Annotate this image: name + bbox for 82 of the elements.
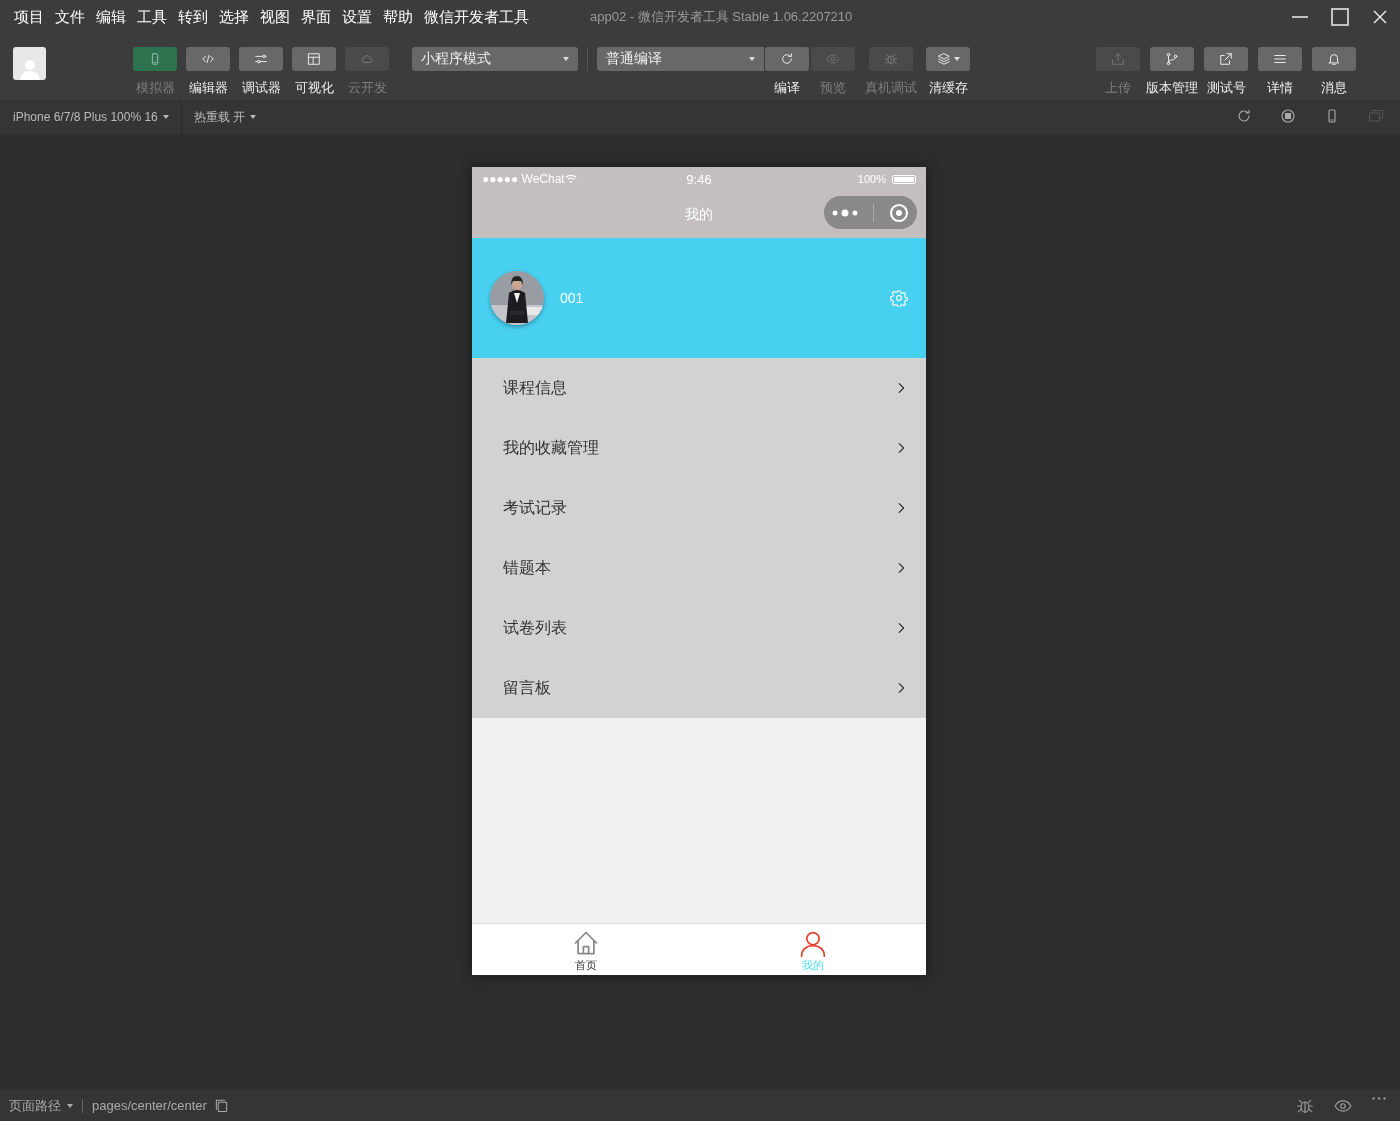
device-dropdown[interactable]: iPhone 6/7/8 Plus 100% 16 [13, 110, 169, 124]
toolbar-label: 模拟器 [135, 79, 175, 97]
carrier-label: ●●●●● WeChat [482, 172, 565, 186]
refresh-icon [780, 52, 794, 66]
toolbar-label: 清缓存 [928, 79, 968, 97]
page-path-dropdown[interactable]: 页面路径 [9, 1096, 73, 1115]
settings-icon [890, 289, 908, 307]
upload-icon [1111, 52, 1125, 66]
toolbar-label: 编辑器 [188, 79, 228, 97]
menu-item[interactable]: 工具 [137, 7, 167, 27]
page-title: 我的 [685, 205, 713, 224]
more-icon [831, 208, 858, 217]
minimize-icon [1292, 16, 1308, 18]
tab-bar-item[interactable]: 首页 [472, 924, 699, 975]
cloud-icon [360, 52, 374, 66]
stop-icon [1280, 107, 1296, 124]
target-icon [889, 202, 910, 223]
toolbar-button[interactable] [926, 47, 970, 71]
menu-icon [1273, 52, 1287, 66]
external-link-icon [1219, 52, 1233, 66]
menu-row[interactable]: 试卷列表 [472, 598, 926, 658]
menu-row[interactable]: 考试记录 [472, 478, 926, 538]
user-name: 001 [560, 290, 585, 306]
more-icon [1372, 1096, 1386, 1100]
battery-icon [892, 174, 916, 184]
menu-row[interactable]: 错题本 [472, 538, 926, 598]
toolbar-label: 消息 [1321, 79, 1347, 97]
toolbar-button[interactable] [1312, 47, 1356, 71]
toolbar-button[interactable] [1204, 47, 1248, 71]
menu-row[interactable]: 留言板 [472, 658, 926, 718]
menu-item[interactable]: 转到 [178, 7, 208, 27]
maximize-icon [1331, 8, 1349, 26]
toolbar-label: 预览 [820, 79, 846, 97]
toolbar-label: 调试器 [241, 79, 281, 97]
clock: 9:46 [686, 171, 712, 187]
refresh-icon [1236, 107, 1252, 124]
menu-row[interactable]: 我的收藏管理 [472, 418, 926, 478]
menu-row[interactable]: 课程信息 [472, 358, 926, 418]
code-icon [201, 52, 215, 66]
toolbar-button[interactable] [765, 47, 809, 71]
toolbar-label: 真机调试 [865, 79, 917, 97]
menu-item[interactable]: 编辑 [96, 7, 126, 27]
toolbar-label: 云开发 [347, 79, 387, 97]
wifi-icon [564, 174, 577, 184]
window-title: app02 - 微信开发者工具 Stable 1.06.2207210 [590, 8, 853, 26]
eye-icon [826, 52, 840, 66]
toolbar-button[interactable] [1258, 47, 1302, 71]
toolbar-label: 测试号 [1206, 79, 1246, 97]
compile-dropdown[interactable]: 普通编译 [597, 47, 764, 71]
close-icon [1372, 9, 1388, 25]
bug-icon [884, 52, 898, 66]
menu-item[interactable]: 界面 [301, 7, 331, 27]
menu-item[interactable]: 设置 [342, 7, 372, 27]
menu-item[interactable]: 选择 [219, 7, 249, 27]
menu-item[interactable]: 视图 [260, 7, 290, 27]
toolbar-button[interactable] [1150, 47, 1194, 71]
toolbar-button[interactable] [292, 47, 336, 71]
toolbar-label: 版本管理 [1146, 79, 1198, 97]
page-path: pages/center/center [92, 1098, 207, 1113]
menu-item[interactable]: 微信开发者工具 [424, 7, 529, 27]
bell-icon [1327, 52, 1341, 66]
menu-item[interactable]: 项目 [14, 7, 44, 27]
capsule-button[interactable] [824, 196, 917, 229]
battery-label: 100% [857, 173, 886, 185]
toolbar-label: 详情 [1267, 79, 1293, 97]
toolbar-button[interactable] [186, 47, 230, 71]
toolbar-button[interactable] [133, 47, 177, 71]
branch-icon [1165, 52, 1179, 66]
toolbar-label: 编译 [774, 79, 800, 97]
menu-item[interactable]: 帮助 [383, 7, 413, 27]
copy-icon [213, 1098, 229, 1113]
layers-icon [936, 52, 951, 66]
hot-reload-dropdown[interactable]: 热重载 开 [193, 108, 257, 126]
toolbar-label: 上传 [1105, 79, 1131, 97]
person-icon [798, 929, 827, 957]
mode-dropdown[interactable]: 小程序模式 [412, 47, 578, 71]
menu-item[interactable]: 文件 [55, 7, 85, 27]
sliders-icon [254, 52, 268, 66]
toolbar-label: 可视化 [294, 79, 334, 97]
toolbar-button[interactable] [239, 47, 283, 71]
windows-icon [1368, 107, 1384, 124]
layout-icon [307, 52, 321, 66]
